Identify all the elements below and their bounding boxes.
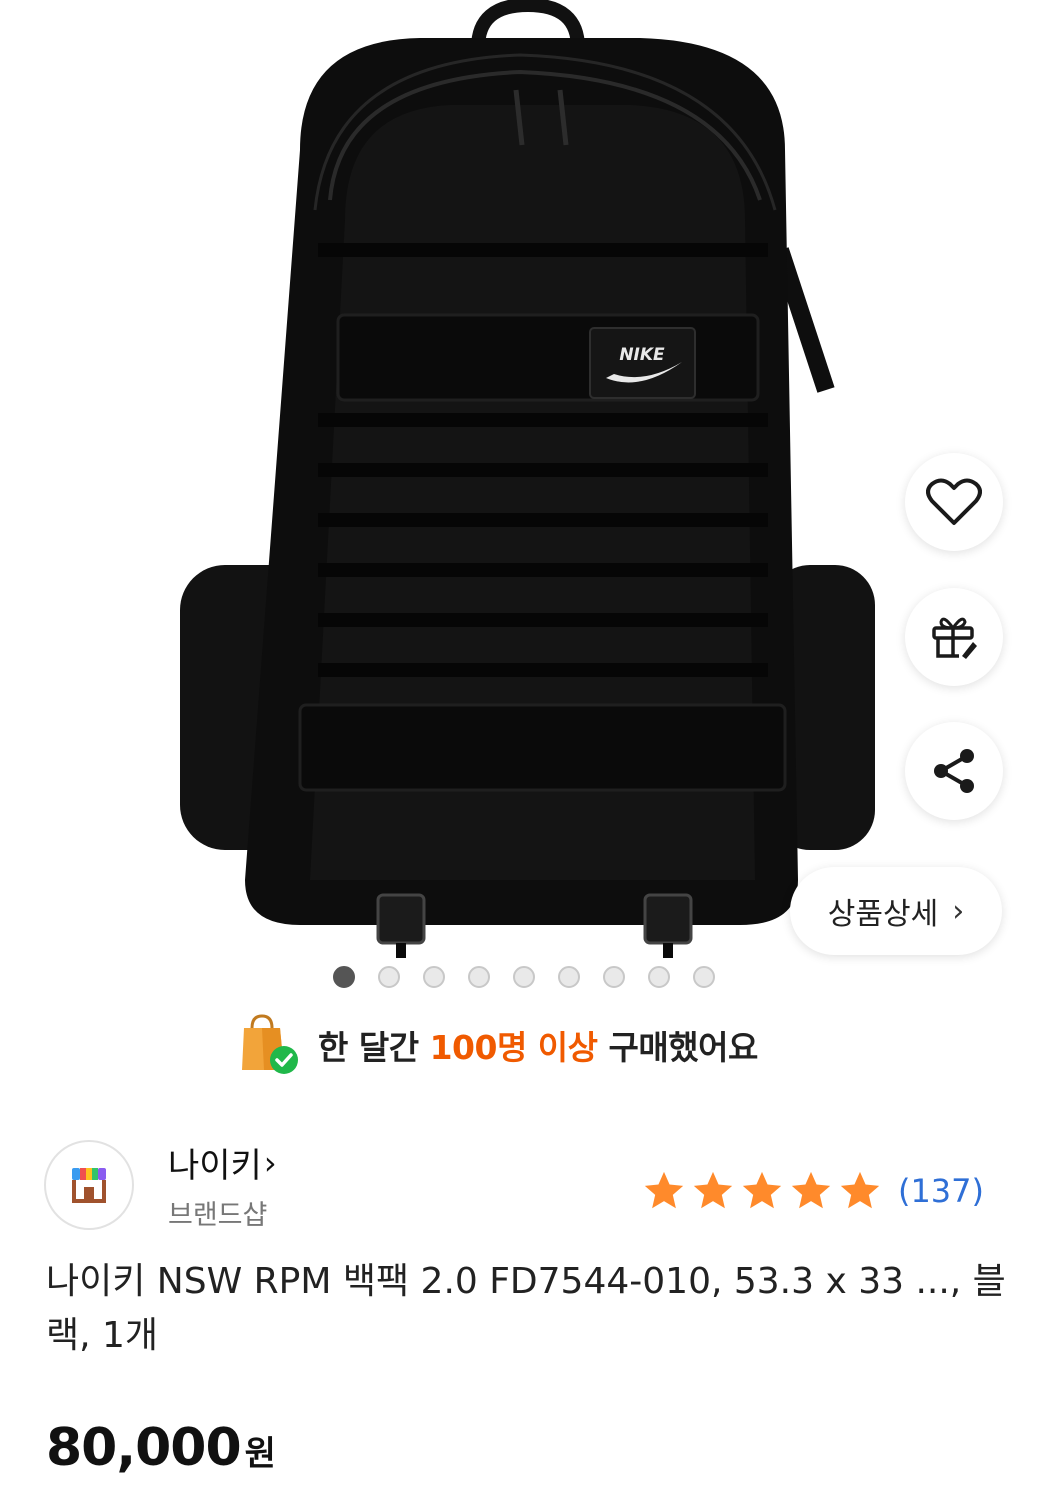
rating-summary[interactable]: (137): [641, 1168, 984, 1214]
gift-button[interactable]: [905, 588, 1003, 686]
like-button[interactable]: [905, 453, 1003, 551]
carousel-indicator: [333, 966, 715, 990]
purchase-text-prefix: 한 달간: [318, 1028, 430, 1067]
star-icon: [840, 1171, 880, 1209]
review-count: (137): [897, 1172, 984, 1210]
star-icon: [791, 1171, 831, 1209]
gift-icon: [932, 617, 977, 659]
price-currency: 원: [244, 1434, 276, 1474]
brand-shop-logo[interactable]: [44, 1140, 134, 1230]
purchase-text-suffix: 구매했어요: [597, 1028, 759, 1067]
carousel-dot[interactable]: [693, 966, 715, 988]
carousel-dot[interactable]: [603, 966, 625, 988]
carousel-dot[interactable]: [378, 966, 400, 988]
brand-row: 나이키 › 브랜드샵 (137): [44, 1138, 1004, 1234]
nike-logo-text: NIKE: [619, 345, 665, 365]
brand-shop-label: 브랜드샵: [168, 1200, 268, 1231]
carousel-dot[interactable]: [468, 966, 490, 988]
carousel-dot[interactable]: [558, 966, 580, 988]
carousel-dot[interactable]: [648, 966, 670, 988]
share-icon: [934, 749, 974, 793]
product-detail-button[interactable]: 상품상세 ›: [790, 867, 1002, 955]
chevron-right-icon: ›: [952, 893, 965, 929]
product-image[interactable]: NIKE: [0, 0, 1049, 960]
shopping-bag-check-icon: [242, 1014, 298, 1074]
purchase-count-banner: 한 달간 100명 이상 구매했어요: [240, 1014, 758, 1076]
share-button[interactable]: [905, 722, 1003, 820]
product-detail-label: 상품상세: [827, 897, 939, 932]
star-icon: [742, 1171, 782, 1209]
purchase-count-text: 한 달간 100명 이상 구매했어요: [318, 1021, 758, 1069]
backpack-image: NIKE: [180, 0, 875, 958]
price-amount: 80,000: [46, 1418, 242, 1478]
heart-icon: [926, 478, 982, 525]
carousel-dot[interactable]: [333, 966, 355, 988]
star-icon: [693, 1171, 733, 1209]
product-title: 나이키 NSW RPM 백팩 2.0 FD7544-010, 53.3 x 33…: [46, 1261, 1006, 1356]
star-rating: [641, 1168, 883, 1214]
brand-name: 나이키: [168, 1146, 262, 1186]
brand-name-link[interactable]: 나이키 ›: [168, 1138, 277, 1187]
carousel-dot[interactable]: [513, 966, 535, 988]
chevron-right-icon: ›: [263, 1143, 277, 1182]
product-price: 80,000 원: [46, 1418, 276, 1478]
purchase-count-highlight: 100명 이상: [429, 1028, 598, 1067]
storefront-icon: [72, 1168, 106, 1203]
star-icon: [644, 1171, 684, 1209]
carousel-dot[interactable]: [423, 966, 445, 988]
